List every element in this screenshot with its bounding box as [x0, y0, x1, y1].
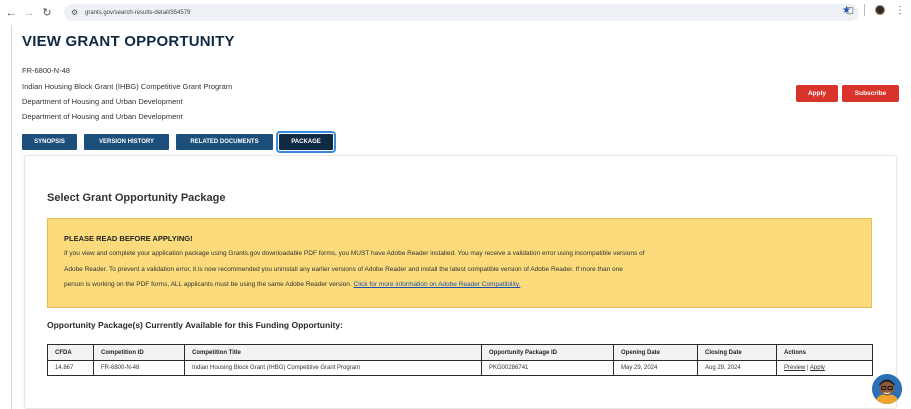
available-packages-heading: Opportunity Package(s) Currently Availab…	[47, 320, 343, 330]
cfda-cell: 14.867	[47, 360, 94, 376]
notice-text: person is working on the PDF forms, ALL …	[64, 281, 352, 288]
table-row: 14.867 FR-6800-N-48 Indian Housing Block…	[47, 360, 873, 376]
tab-synopsis[interactable]: SYNOPSIS	[22, 134, 77, 150]
table-header-row: CFDA Competition ID Competition Title Op…	[47, 344, 873, 361]
agency-name: Department of Housing and Urban Developm…	[22, 97, 183, 106]
adobe-compatibility-link[interactable]: Click for more information on Adobe Read…	[354, 281, 521, 288]
packages-table: CFDA Competition ID Competition Title Op…	[47, 344, 873, 376]
opportunity-title: Indian Housing Block Grant (IHBG) Compet…	[22, 82, 233, 91]
opening-date-cell: May 29, 2024	[613, 360, 698, 376]
column-header[interactable]: Opportunity Package ID	[481, 344, 614, 361]
column-header[interactable]: Competition Title	[184, 344, 482, 361]
tune-icon[interactable]: ⚙	[71, 8, 81, 17]
column-header[interactable]: Opening Date	[613, 344, 698, 361]
column-header[interactable]: Competition ID	[93, 344, 185, 361]
toolbar-divider	[864, 4, 865, 16]
actions-cell: Preview | Apply	[776, 360, 873, 376]
back-arrow-icon[interactable]: ←	[4, 6, 18, 20]
notice-text-line: Adobe Reader. To prevent a validation er…	[64, 266, 623, 273]
apply-button[interactable]: Apply	[796, 85, 838, 102]
competition-id-cell: FR-6800-N-48	[93, 360, 185, 376]
tab-version-history[interactable]: VERSION HISTORY	[84, 134, 169, 150]
forward-arrow-icon[interactable]: →	[22, 6, 36, 20]
action-separator: |	[807, 365, 809, 371]
closing-date-cell: Aug 29, 2024	[697, 360, 777, 376]
notice-text-line: person is working on the PDF forms, ALL …	[64, 281, 520, 288]
profile-avatar[interactable]	[875, 5, 885, 15]
assistant-avatar-graphic	[872, 374, 902, 404]
address-bar[interactable]: ⚙ grants.gov/search-results-detail/35457…	[64, 4, 859, 21]
subscribe-button[interactable]: Subscribe	[842, 85, 899, 102]
url-text[interactable]: grants.gov/search-results-detail/354579	[85, 10, 190, 16]
competition-title-cell: Indian Housing Block Grant (IHBG) Compet…	[184, 360, 482, 376]
column-header[interactable]: CFDA	[47, 344, 94, 361]
agency-name-secondary: Department of Housing and Urban Developm…	[22, 112, 183, 121]
more-vert-icon[interactable]: ⋮	[895, 5, 905, 16]
preview-link[interactable]: Preview	[784, 365, 805, 371]
browser-toolbar: ← → ↻ ⚙ grants.gov/search-results-detail…	[0, 0, 911, 25]
notice-box: PLEASE READ BEFORE APPLYING! If you view…	[47, 218, 872, 308]
reload-icon[interactable]: ↻	[40, 6, 54, 20]
tab-package[interactable]: PACKAGE	[276, 131, 336, 153]
apply-link[interactable]: Apply	[810, 365, 825, 371]
notice-text-line: If you view and complete your applicatio…	[64, 250, 645, 257]
section-heading: Select Grant Opportunity Package	[47, 192, 226, 204]
browser-actions: ▢ ⋮	[845, 4, 911, 16]
page-edge	[11, 25, 12, 409]
column-header: Actions	[776, 344, 873, 361]
notice-title: PLEASE READ BEFORE APPLYING!	[64, 234, 193, 243]
package-id-cell: PKG00286741	[481, 360, 614, 376]
chat-assistant-icon[interactable]	[872, 374, 902, 404]
extension-icon[interactable]: ▢	[845, 5, 854, 16]
opportunity-number: FR-6800-N-48	[22, 66, 70, 75]
column-header[interactable]: Closing Date	[697, 344, 777, 361]
tab-related-documents[interactable]: RELATED DOCUMENTS	[176, 134, 273, 150]
page-title: VIEW GRANT OPPORTUNITY	[22, 33, 235, 50]
